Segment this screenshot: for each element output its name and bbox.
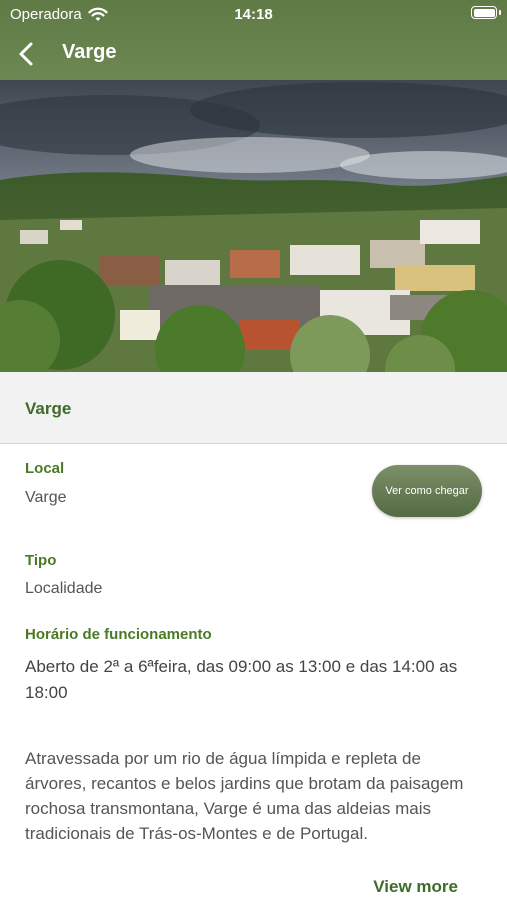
status-bar: Operadora 14:18 xyxy=(0,0,507,28)
place-name-band: Varge xyxy=(0,372,507,444)
place-name: Varge xyxy=(25,399,72,418)
directions-button-label: Ver como chegar xyxy=(385,485,469,497)
description-text: Atravessada por um rio de água límpida e… xyxy=(25,749,464,843)
battery-icon xyxy=(471,6,501,19)
page-title: Varge xyxy=(62,41,117,63)
local-value: Varge xyxy=(25,489,67,506)
tipo-label: Tipo xyxy=(25,552,57,569)
navigation-bar: Varge xyxy=(0,32,507,76)
hero-image xyxy=(0,80,507,372)
chevron-left-icon xyxy=(19,42,33,66)
view-more-link[interactable]: View more xyxy=(373,877,458,897)
hours-value: Aberto de 2ª a 6ªfeira, das 09:00 as 13:… xyxy=(25,657,458,702)
back-button[interactable] xyxy=(12,38,44,70)
top-bar: Operadora 14:18 Varge xyxy=(0,0,507,80)
tipo-value: Localidade xyxy=(25,580,103,597)
status-time: 14:18 xyxy=(234,6,273,23)
directions-button[interactable]: Ver como chegar xyxy=(372,465,482,517)
local-label: Local xyxy=(25,460,65,477)
hours-label: Horário de funcionamento xyxy=(25,626,212,643)
village-landscape-photo xyxy=(0,80,507,372)
